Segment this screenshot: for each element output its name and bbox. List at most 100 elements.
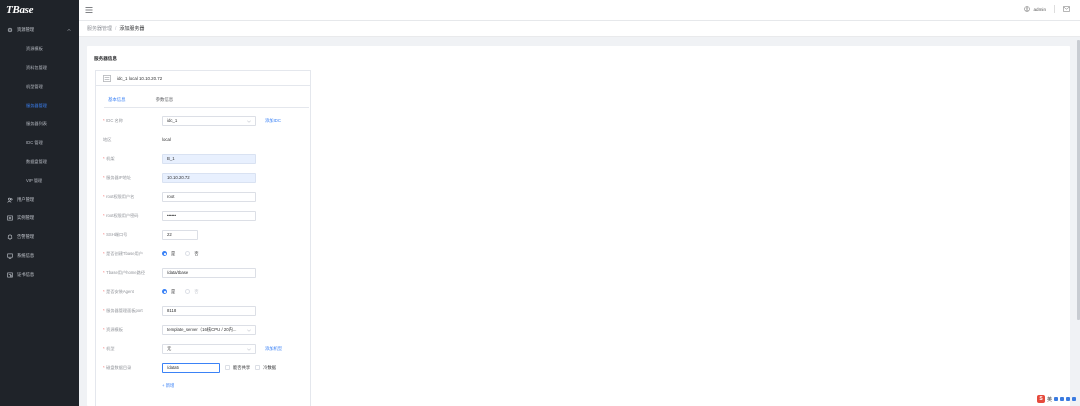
- server-header: idc_1 local 10.10.20.72: [96, 71, 310, 86]
- chevron-down-icon: [247, 120, 251, 123]
- users-icon: [6, 196, 13, 203]
- idc-label: IDC 名称: [106, 117, 123, 123]
- sidebar-group-label: 系统信息: [17, 252, 35, 258]
- sidebar-item-server-list[interactable]: 服务器列表: [0, 115, 79, 134]
- checkbox-box: [255, 365, 261, 370]
- sidebar-group-resource[interactable]: 资源管理: [0, 21, 79, 40]
- form-row-agent-port: * 服务器管理面板port 8118: [103, 305, 308, 316]
- checkbox-label: 能否共享: [233, 364, 251, 370]
- sidebar-item-server-manage[interactable]: 服务器管理: [0, 96, 79, 115]
- radio-label: 否: [194, 250, 199, 256]
- radio-agent-yes[interactable]: 是: [162, 289, 175, 295]
- ime-toolbar[interactable]: S 英: [1036, 395, 1076, 403]
- breadcrumb-separator: /: [115, 25, 117, 32]
- ssh-user-label: root权限用户名: [106, 193, 135, 199]
- sidebar-item-idc[interactable]: IDC 管理: [0, 134, 79, 153]
- sidebar-group-label: 资源管理: [17, 27, 35, 33]
- form-row-data-dir: * 磁盘数据目录 /data5 能否共享 冷数据: [103, 362, 308, 373]
- form-row-server-ip: * 服务器IP地址 10.10.20.72: [103, 172, 308, 183]
- breadcrumb: 服务器管理 / 添加服务器: [79, 21, 1080, 37]
- sidebar-item-resource-template[interactable]: 资源模板: [0, 40, 79, 59]
- ssh-port-input[interactable]: 22: [162, 229, 198, 240]
- rack-input[interactable]: B_1: [162, 153, 256, 164]
- form-row-region: 地区 local: [103, 134, 308, 145]
- radio-dot: [185, 289, 191, 294]
- ssh-port-label: SSH端口号: [106, 231, 128, 237]
- checkbox-cold-data[interactable]: 冷数据: [255, 365, 276, 371]
- agent-port-input[interactable]: 8118: [162, 305, 256, 316]
- ssh-password-input[interactable]: ••••••: [162, 210, 256, 221]
- form-row-ssh-password: * root权限用户密码 ••••••: [103, 210, 308, 221]
- sidebar-item-vip[interactable]: VIP 管理: [0, 171, 79, 190]
- resource-template-value: template_server（16核CPU / 20内...: [167, 326, 237, 332]
- add-data-dir-link[interactable]: + 新增: [162, 383, 174, 389]
- region-label: 地区: [103, 136, 112, 142]
- sidebar-item-package[interactable]: 资料包管理: [0, 59, 79, 78]
- sidebar: TBase 资源管理 资源模板 资料包管理 机型管理 服务器管理 服务器列表 I…: [0, 0, 79, 406]
- monitor-icon: [6, 252, 13, 259]
- server-ip-input[interactable]: 10.10.20.72: [162, 172, 256, 183]
- radio-agent-no: 否: [185, 288, 199, 295]
- install-agent-label: 是否安装Agent: [106, 288, 134, 294]
- tbase-home-input[interactable]: /data/tbase: [162, 267, 256, 278]
- region-value: local: [162, 137, 171, 142]
- tbase-home-label: Tbase用户home路径: [106, 269, 146, 275]
- resource-template-select[interactable]: template_server（16核CPU / 20内...: [162, 324, 256, 335]
- sidebar-item-data-disk[interactable]: 数据盘管理: [0, 153, 79, 172]
- breadcrumb-current: 添加服务器: [119, 26, 145, 32]
- radio-create-yes[interactable]: 是: [162, 251, 175, 257]
- sidebar-group-label: 实例管理: [17, 215, 35, 221]
- user-name[interactable]: admin: [1033, 7, 1046, 12]
- top-header: admin: [79, 0, 1080, 21]
- checkbox-shareable[interactable]: 能否共享: [225, 365, 250, 371]
- user-icon[interactable]: [1024, 6, 1031, 12]
- sidebar-group-certificate[interactable]: 证书信息: [0, 265, 79, 284]
- create-tbase-user-label: 是否创建Tbase用户: [106, 250, 143, 256]
- radio-dot-checked: [162, 289, 167, 294]
- mail-icon[interactable]: [1063, 6, 1070, 12]
- app-logo[interactable]: TBase: [0, 0, 79, 21]
- add-idc-link[interactable]: 添加IDC: [265, 118, 281, 124]
- data-dir-label: 磁盘数据目录: [106, 364, 132, 370]
- server-header-text: idc_1 local 10.10.20.72: [117, 75, 163, 81]
- instance-icon: [6, 215, 13, 222]
- server-icon: [103, 74, 111, 82]
- data-dir-input[interactable]: /data5: [162, 362, 220, 373]
- bell-icon: [6, 234, 13, 241]
- tab-divider: [104, 106, 309, 108]
- menu-toggle-icon[interactable]: [85, 6, 93, 14]
- checkbox-label: 冷数据: [263, 364, 277, 370]
- chevron-down-icon: [247, 328, 251, 332]
- server-ip-label: 服务器IP地址: [106, 174, 132, 180]
- form-row-install-agent: * 是否安装Agent 是 否: [103, 288, 199, 295]
- agent-port-label: 服务器管理面板port: [106, 307, 143, 313]
- radio-create-no[interactable]: 否: [185, 250, 199, 257]
- ime-mode[interactable]: 英: [1047, 396, 1052, 403]
- resource-template-label: 资源模板: [106, 326, 123, 332]
- ime-icons[interactable]: [1054, 397, 1076, 401]
- server-info-card: 服务器信息 idc_1 local 10.10.20.72 基本信息 参数信息 …: [87, 46, 1070, 406]
- machine-type-select[interactable]: 无: [162, 343, 256, 354]
- machine-type-label: 机型: [106, 345, 115, 351]
- sidebar-group-users[interactable]: 用户管理: [0, 190, 79, 209]
- breadcrumb-parent[interactable]: 服务器管理: [87, 25, 112, 32]
- sidebar-group-instance[interactable]: 实例管理: [0, 209, 79, 228]
- sidebar-item-machine-type[interactable]: 机型管理: [0, 77, 79, 96]
- machine-type-value: 无: [167, 345, 172, 351]
- ssh-user-input[interactable]: root: [162, 191, 256, 202]
- radio-label: 是: [171, 250, 176, 256]
- sidebar-group-alarm[interactable]: 告警管理: [0, 228, 79, 247]
- gear-icon: [6, 27, 13, 34]
- form-row-idc: * IDC 名称 idc_1 添加IDC: [103, 115, 308, 126]
- chevron-down-icon: [247, 348, 251, 351]
- add-machine-type-link[interactable]: 添加机型: [265, 346, 282, 352]
- radio-label: 否: [194, 288, 199, 294]
- form-row-ssh-user: * root权限用户名 root: [103, 191, 308, 202]
- server-form-panel: idc_1 local 10.10.20.72 基本信息 参数信息 * IDC 名…: [95, 70, 311, 406]
- card-title: 服务器信息: [94, 56, 117, 61]
- form-row-resource-template: * 资源模板 template_server（16核CPU / 20内...: [103, 324, 308, 335]
- ime-logo[interactable]: S: [1036, 395, 1045, 403]
- sidebar-group-system[interactable]: 系统信息: [0, 247, 79, 266]
- idc-select[interactable]: idc_1: [162, 115, 256, 126]
- form-row-machine-type: * 机型 无 添加机型: [103, 343, 308, 354]
